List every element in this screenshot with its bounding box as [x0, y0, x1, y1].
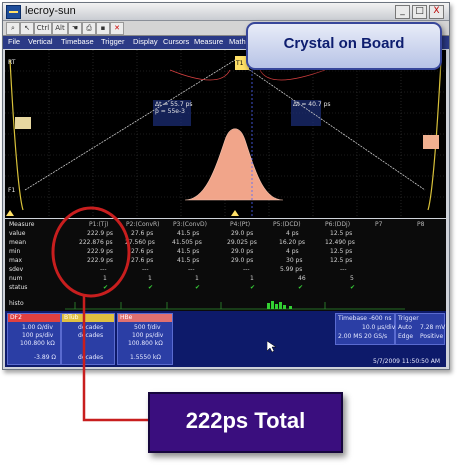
- screenshot-composite: lecroy-sun _ □ X ⌕ ↖ Ctrl Alt ☚ ⎙ ▪ ✕ Fi…: [0, 0, 463, 466]
- total-label-box: 222ps Total: [148, 392, 343, 453]
- total-label: 222ps Total: [185, 408, 306, 433]
- connector-line: [82, 296, 148, 422]
- highlight-ring: [51, 206, 131, 298]
